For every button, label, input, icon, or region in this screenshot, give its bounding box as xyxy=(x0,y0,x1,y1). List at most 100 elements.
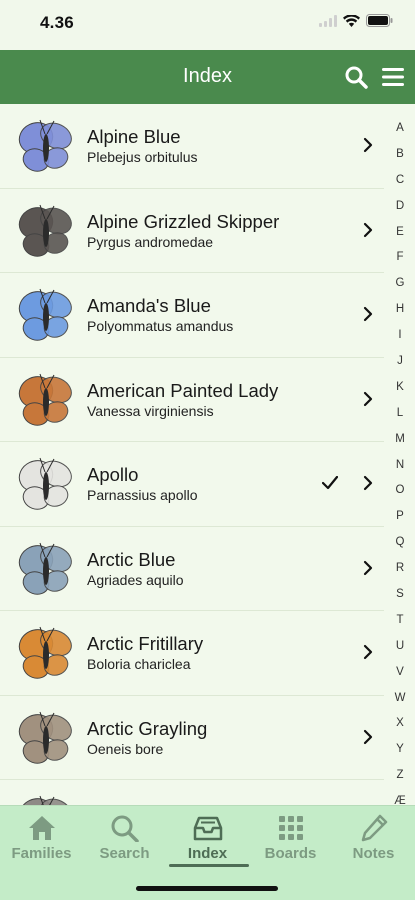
chevron-right-icon xyxy=(363,391,373,406)
alphabet-letter[interactable]: H xyxy=(396,297,404,323)
species-row[interactable]: Arctic Blue Agriades aquilo xyxy=(0,527,384,611)
species-row[interactable]: Amanda's Blue Polyommatus amandus xyxy=(0,273,384,358)
alphabet-letter[interactable]: A xyxy=(396,116,404,142)
alphabet-letter[interactable]: W xyxy=(395,686,406,712)
latin-name: Pyrgus andromedae xyxy=(87,233,214,250)
home-indicator xyxy=(136,886,278,891)
tab-bar: Families Search Index Boards Notes xyxy=(0,805,415,900)
search-button[interactable] xyxy=(342,63,370,91)
active-tab-indicator xyxy=(169,864,249,867)
alphabet-letter[interactable]: U xyxy=(396,634,404,660)
checkmark-icon xyxy=(322,476,338,490)
tab-label-notes: Notes xyxy=(352,845,395,862)
alphabet-letter[interactable]: D xyxy=(396,194,404,220)
latin-name: Plebejus orbitulus xyxy=(87,149,198,165)
alphabet-letter[interactable]: O xyxy=(396,478,405,504)
species-names: Arctic Blue Agriades aquilo xyxy=(87,549,184,589)
tab-search[interactable]: Search xyxy=(83,814,166,862)
common-name: Apollo xyxy=(87,464,139,485)
alphabet-letter[interactable]: X xyxy=(396,711,404,737)
latin-name: Oeneis bore xyxy=(87,740,164,757)
alphabet-letter[interactable]: B xyxy=(396,142,404,168)
alphabet-letter[interactable]: S xyxy=(396,582,404,608)
species-names: Arctic Grayling Oeneis bore xyxy=(87,718,207,758)
alphabet-letter[interactable]: E xyxy=(396,220,404,246)
common-name: Arctic Fritillary xyxy=(87,633,204,654)
latin-name: Polyommatus amandus xyxy=(87,318,234,334)
alphabet-letter[interactable]: R xyxy=(396,556,404,582)
latin-name: Vanessa virginiensis xyxy=(87,402,214,419)
alphabet-letter[interactable]: Q xyxy=(396,530,405,556)
alphabet-letter[interactable]: G xyxy=(396,271,405,297)
alphabet-letter[interactable]: I xyxy=(398,323,401,349)
tab-families[interactable]: Families xyxy=(0,814,83,862)
species-names: Alpine Grizzled Skipper Pyrgus andromeda… xyxy=(87,211,279,251)
menu-button[interactable] xyxy=(379,63,407,91)
status-time: 4.36 xyxy=(40,13,74,32)
chevron-right-icon xyxy=(363,644,373,660)
search-icon xyxy=(345,66,368,89)
alphabet-letter[interactable]: K xyxy=(396,375,404,401)
status-bar: 4.36 xyxy=(0,0,415,50)
tab-index[interactable]: Index xyxy=(166,814,249,862)
tab-boards[interactable]: Boards xyxy=(249,814,332,862)
grid-icon xyxy=(278,816,303,840)
species-row[interactable] xyxy=(0,780,384,806)
species-names: Arctic Fritillary Boloria chariclea xyxy=(87,633,203,673)
species-names: Apollo Parnassius apollo xyxy=(87,464,198,504)
nav-header: Index xyxy=(0,50,415,104)
common-name: Arctic Grayling xyxy=(87,717,208,739)
chevron-right-icon xyxy=(363,560,373,575)
species-row[interactable]: Arctic Grayling Oeneis bore xyxy=(0,696,384,780)
search-icon xyxy=(111,815,139,842)
alphabet-letter[interactable]: P xyxy=(396,504,404,530)
species-names: Amanda's Blue Polyommatus amandus xyxy=(87,295,233,335)
tab-notes[interactable]: Notes xyxy=(332,814,415,862)
species-row[interactable]: Alpine Grizzled Skipper Pyrgus andromeda… xyxy=(0,189,384,273)
alphabet-letter[interactable]: M xyxy=(395,427,405,453)
butterfly-thumbnail xyxy=(18,457,72,510)
screen: 4.36 Index Alpine Blue Plebejus orbitulu… xyxy=(0,0,415,900)
species-list[interactable]: Alpine Blue Plebejus orbitulus Alpine Gr… xyxy=(0,104,384,806)
alphabet-index[interactable]: ABCDEFGHIJKLMNOPQRSTUVWXYZÆØ xyxy=(391,116,409,841)
species-names: American Painted Lady Vanessa virginiens… xyxy=(87,380,278,420)
alphabet-letter[interactable]: T xyxy=(396,608,403,634)
species-row[interactable]: American Painted Lady Vanessa virginiens… xyxy=(0,358,384,442)
status-icons xyxy=(319,14,393,27)
chevron-right-icon xyxy=(363,475,373,491)
butterfly-thumbnail xyxy=(18,119,72,172)
chevron-right-icon xyxy=(363,137,373,153)
species-row[interactable]: Arctic Fritillary Boloria chariclea xyxy=(0,611,384,696)
butterfly-thumbnail xyxy=(18,373,72,426)
alphabet-letter[interactable]: Y xyxy=(396,737,404,763)
butterfly-thumbnail xyxy=(18,542,72,595)
chevron-right-icon xyxy=(363,222,373,237)
species-row[interactable]: Alpine Blue Plebejus orbitulus xyxy=(0,104,384,189)
butterfly-thumbnail xyxy=(18,795,72,806)
wifi-icon xyxy=(343,14,360,27)
alphabet-letter[interactable]: F xyxy=(396,245,403,271)
alphabet-letter[interactable]: L xyxy=(397,401,403,427)
tab-label-search: Search xyxy=(99,845,150,862)
alphabet-letter[interactable]: Z xyxy=(396,763,403,789)
latin-name: Parnassius apollo xyxy=(87,487,198,503)
alphabet-letter[interactable]: V xyxy=(396,660,404,686)
chevron-right-icon xyxy=(363,306,373,322)
butterfly-thumbnail xyxy=(18,711,72,764)
chevron-right-icon xyxy=(363,729,373,744)
alphabet-letter[interactable]: J xyxy=(397,349,403,375)
species-row[interactable]: Apollo Parnassius apollo xyxy=(0,442,384,527)
butterfly-thumbnail xyxy=(18,626,72,679)
signal-icon xyxy=(319,14,337,27)
alphabet-letter[interactable]: C xyxy=(396,168,404,194)
common-name: American Painted Lady xyxy=(87,379,279,401)
butterfly-thumbnail xyxy=(18,204,72,257)
tab-label-boards: Boards xyxy=(264,845,317,862)
latin-name: Boloria chariclea xyxy=(87,656,191,672)
common-name: Arctic Blue xyxy=(87,548,176,570)
hamburger-icon xyxy=(382,68,404,86)
common-name: Alpine Blue xyxy=(87,126,181,147)
pencil-icon xyxy=(361,814,387,842)
alphabet-letter[interactable]: N xyxy=(396,453,404,479)
tab-label-families: Families xyxy=(11,845,72,862)
